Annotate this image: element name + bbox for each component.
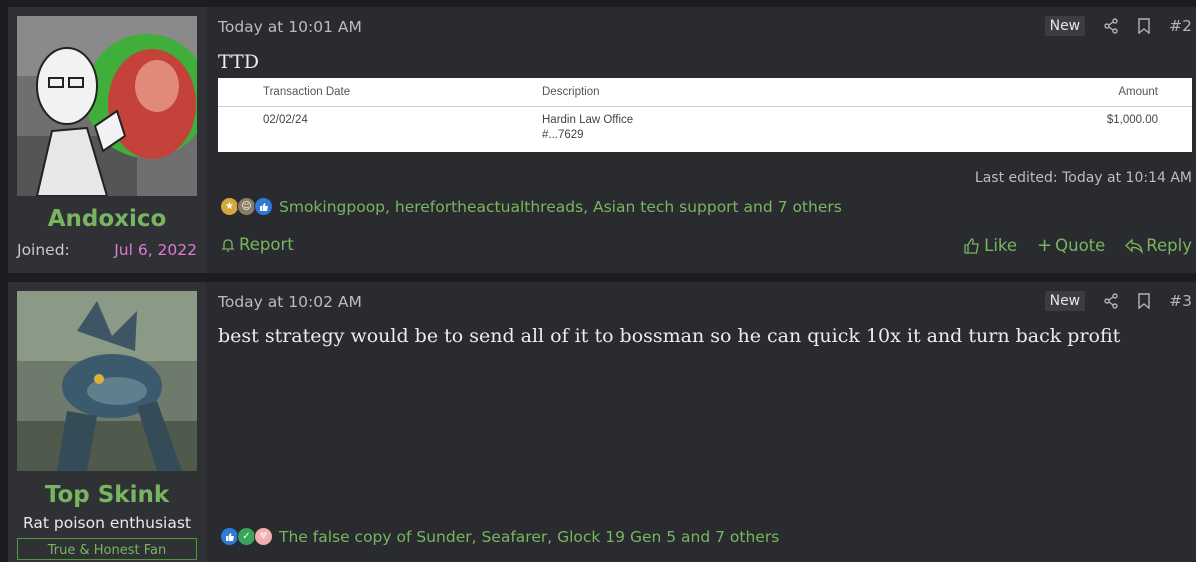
reactions-bar[interactable]: ✓ ♥ The false copy of Sunder, Seafarer, … (220, 527, 779, 546)
thumbs-up-icon (254, 197, 273, 216)
bell-icon (221, 238, 235, 252)
reply-button[interactable]: Reply (1125, 236, 1192, 255)
reactions-bar[interactable]: ★ ☺ Smokingpoop, herefortheactualthreads… (220, 197, 842, 216)
post-main: Today at 10:02 AM New #3 best strategy w… (218, 282, 1196, 562)
post-actions: New #2 (1044, 16, 1192, 36)
user-banner: True & Honest Fan (17, 538, 197, 560)
reply-icon (1125, 238, 1144, 254)
like-label: Like (984, 236, 1018, 255)
post-body: TTD (218, 51, 259, 73)
bookmark-icon[interactable] (1137, 18, 1151, 34)
post-body: best strategy would be to send all of it… (218, 325, 1121, 347)
post-main: Today at 10:01 AM New #2 TTD Transaction… (218, 7, 1196, 273)
description-reference: #...7629 (542, 129, 584, 141)
report-label: Report (239, 235, 294, 254)
post-user-sidebar: Top Skink Rat poison enthusiast True & H… (8, 282, 206, 562)
joined-label: Joined: (17, 241, 70, 259)
quote-button[interactable]: + Quote (1037, 235, 1105, 256)
username[interactable]: Top Skink (8, 482, 206, 508)
bookmark-icon[interactable] (1137, 293, 1151, 309)
user-title: Rat poison enthusiast (23, 514, 191, 532)
post-actions: New #3 (1044, 291, 1192, 311)
avatar[interactable] (17, 16, 197, 196)
cell-description: Hardin Law Office #...7629 (542, 114, 633, 141)
description-text: Hardin Law Office (542, 114, 634, 126)
joined-date: Jul 6, 2022 (114, 241, 197, 259)
header-description: Description (542, 86, 600, 98)
joined-row: Joined: Jul 6, 2022 (17, 241, 197, 259)
cell-amount: $1,000.00 (1106, 114, 1158, 126)
quote-label: Quote (1055, 236, 1106, 255)
reactions-users[interactable]: Smokingpoop, herefortheactualthreads, As… (279, 198, 842, 216)
post-number[interactable]: #2 (1169, 17, 1192, 35)
username[interactable]: Andoxico (8, 206, 206, 232)
thumbs-up-icon (964, 237, 979, 254)
post-footer-actions: Like + Quote Reply (943, 235, 1192, 256)
new-badge: New (1044, 291, 1086, 311)
transaction-table: Transaction Date Description Amount 02/0… (218, 78, 1192, 152)
cell-date: 02/02/24 (263, 114, 308, 126)
share-icon[interactable] (1103, 293, 1119, 309)
report-button[interactable]: Report (220, 235, 294, 254)
post-number[interactable]: #3 (1169, 292, 1192, 310)
new-badge: New (1044, 16, 1086, 36)
last-edited: Last edited: Today at 10:14 AM (974, 170, 1192, 186)
reactions-users[interactable]: The false copy of Sunder, Seafarer, Gloc… (279, 528, 779, 546)
like-button[interactable]: Like (963, 236, 1017, 255)
share-icon[interactable] (1103, 18, 1119, 34)
plus-icon: + (1037, 235, 1053, 256)
post-timestamp[interactable]: Today at 10:02 AM (218, 293, 362, 311)
header-amount: Amount (1118, 86, 1158, 98)
post-user-sidebar: Andoxico Joined: Jul 6, 2022 (8, 7, 206, 273)
heart-icon: ♥ (254, 527, 273, 546)
transaction-header: Transaction Date Description Amount (218, 84, 1192, 107)
header-transaction-date: Transaction Date (263, 86, 351, 98)
reply-label: Reply (1146, 236, 1192, 255)
post: Andoxico Joined: Jul 6, 2022 Today at 10… (8, 7, 1196, 273)
post: Top Skink Rat poison enthusiast True & H… (8, 282, 1196, 562)
post-timestamp[interactable]: Today at 10:01 AM (218, 18, 362, 36)
avatar[interactable] (17, 291, 197, 471)
